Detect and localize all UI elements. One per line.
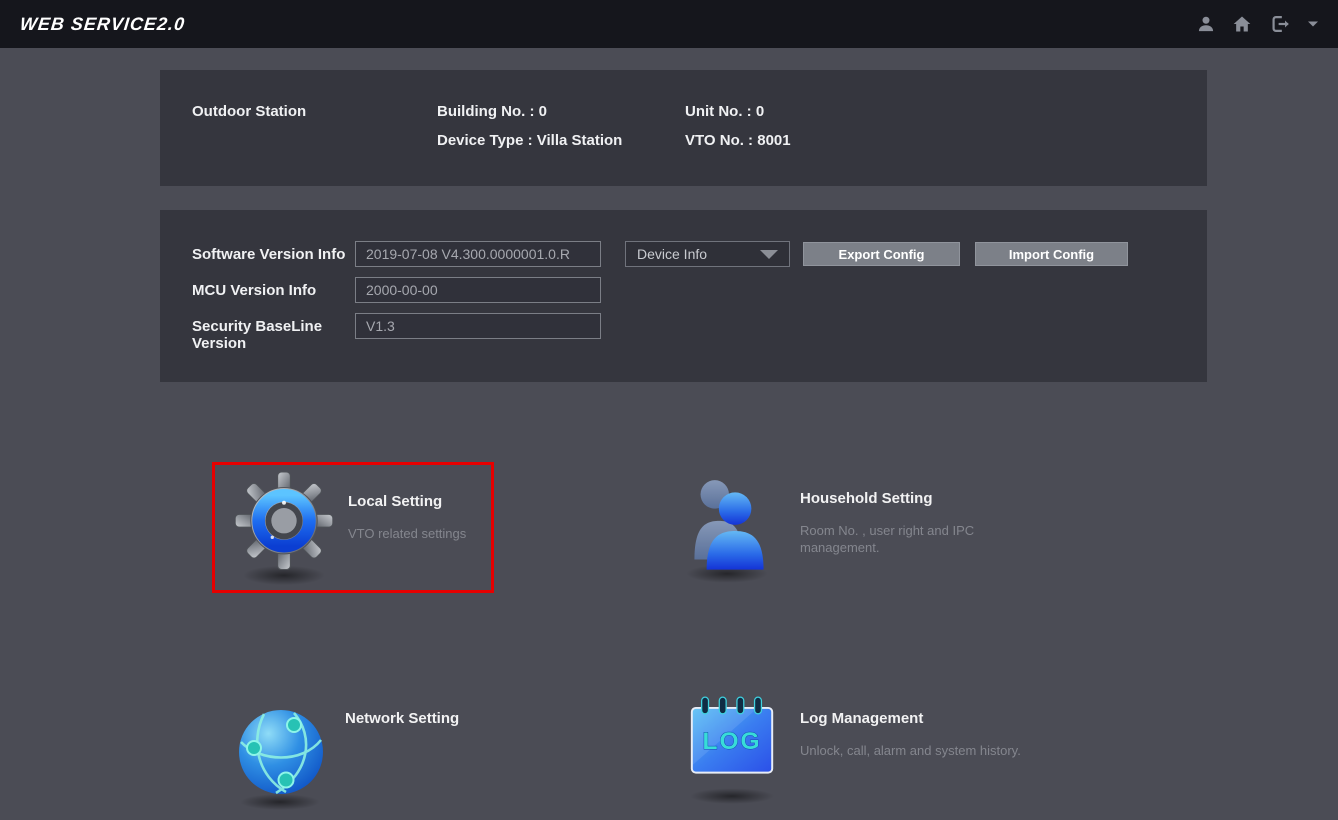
device-panel-col-building: Building No. : 0 Device Type : Villa Sta… — [437, 103, 622, 161]
baseline-version-input[interactable] — [355, 313, 601, 339]
version-label-mcu: MCU Version Info — [192, 282, 350, 299]
tile-title: Household Setting — [800, 490, 933, 507]
globe-icon — [230, 690, 330, 820]
device-field-type: Device Type : Villa Station — [437, 132, 622, 161]
export-config-button[interactable]: Export Config — [803, 242, 960, 266]
page: WEB SERVICE2.0 — [0, 0, 1338, 820]
log-icon-text: LOG — [703, 728, 762, 755]
device-field-vto: VTO No. : 8001 — [685, 132, 791, 161]
topbar-icons — [1196, 13, 1318, 35]
version-label-software: Software Version Info — [192, 246, 350, 263]
panel-title: Outdoor Station — [192, 103, 306, 132]
device-info-dropdown[interactable]: Device Info — [625, 241, 790, 267]
device-panel-col-unit: Unit No. : 0 VTO No. : 8001 — [685, 103, 791, 161]
import-config-button[interactable]: Import Config — [975, 242, 1128, 266]
device-info-dropdown-value: Device Info — [637, 246, 707, 262]
tile-subtitle: Room No. , user right and IPC management… — [800, 522, 980, 556]
version-panel: Software Version Info MCU Version Info S… — [160, 210, 1207, 382]
user-icon[interactable] — [1196, 14, 1216, 34]
tile-title: Local Setting — [348, 493, 442, 510]
tile-log-management[interactable]: LOG Log Management Unlock, call, alarm a… — [664, 682, 1044, 820]
tile-network-setting[interactable]: Network Setting — [212, 682, 494, 820]
tile-household-setting[interactable]: Household Setting Room No. , user right … — [664, 462, 994, 593]
mcu-version-input[interactable] — [355, 277, 601, 303]
tile-title: Network Setting — [345, 710, 459, 727]
device-field-unit: Unit No. : 0 — [685, 103, 791, 132]
software-version-input[interactable] — [355, 241, 601, 267]
tile-title: Log Management — [800, 710, 923, 727]
topbar: WEB SERVICE2.0 — [0, 0, 1338, 48]
tile-local-setting[interactable]: Local Setting VTO related settings — [212, 462, 494, 593]
tile-subtitle: VTO related settings — [348, 525, 508, 542]
dropdown-caret-icon — [760, 250, 778, 259]
device-field-building: Building No. : 0 — [437, 103, 622, 132]
version-label-baseline: Security BaseLine Version — [192, 318, 350, 352]
home-icon[interactable] — [1232, 14, 1252, 34]
chevron-down-icon[interactable] — [1308, 20, 1318, 28]
logout-icon[interactable] — [1268, 13, 1292, 35]
people-icon — [678, 470, 780, 597]
device-info-panel: Outdoor Station Building No. : 0 Device … — [160, 70, 1207, 186]
app-logo: WEB SERVICE2.0 — [19, 14, 186, 35]
gear-icon — [235, 470, 333, 596]
tile-subtitle: Unlock, call, alarm and system history. — [800, 742, 1040, 759]
log-calendar-icon: LOG — [684, 692, 782, 820]
